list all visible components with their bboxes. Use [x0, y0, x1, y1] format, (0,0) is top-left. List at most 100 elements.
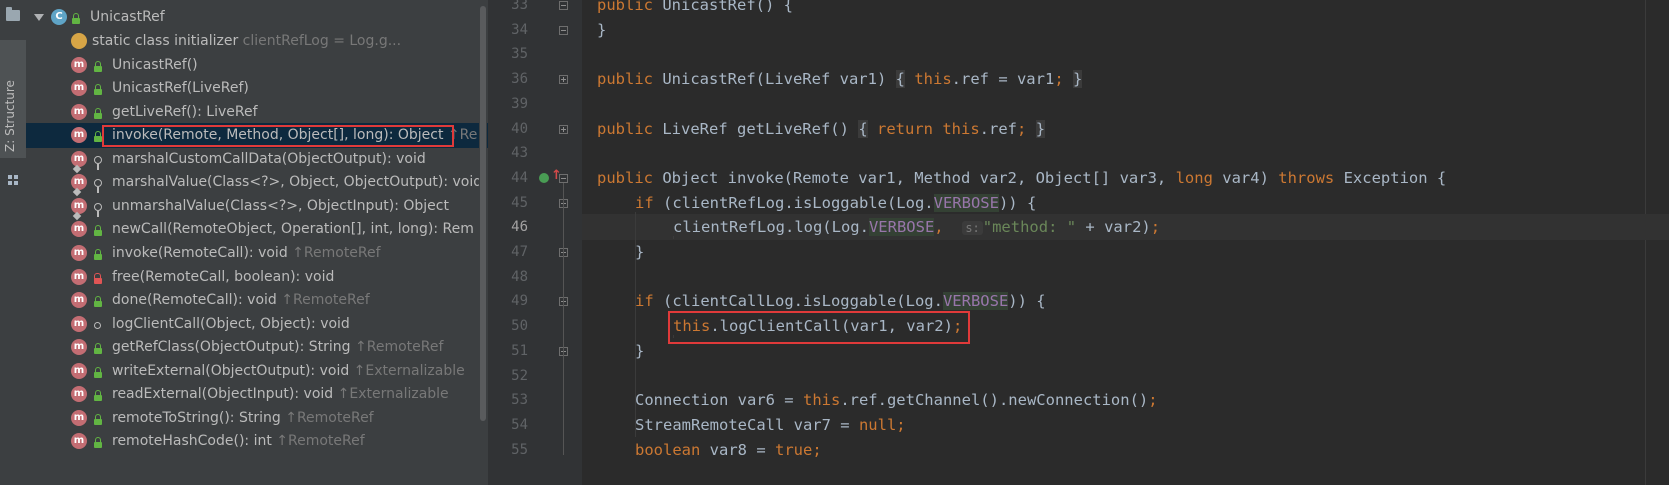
keyword: public [597, 168, 653, 187]
public-lock-icon [72, 13, 80, 24]
scrollbar-thumb[interactable] [480, 6, 486, 421]
tree-item-label: getRefClass(ObjectOutput): String ↑Remot… [112, 335, 443, 360]
keyword: true [774, 440, 813, 459]
tree-item-label: newCall(RemoteObject, Operation[], int, … [112, 217, 474, 242]
keyword: long [1175, 168, 1213, 187]
code-token: ; [896, 415, 906, 434]
code-token: ; [1148, 391, 1158, 410]
code-text: } [635, 341, 645, 360]
code-token: ; [952, 317, 963, 336]
code-text: UnicastRef(LiveRef var1) [653, 70, 896, 89]
fold-marker-icon[interactable] [559, 1, 568, 10]
code-line: } [582, 17, 1669, 43]
folded-brace: } [1035, 119, 1046, 138]
tree-item-label: static class initializer clientRefLog = … [92, 29, 401, 54]
code-text: )) { [1008, 292, 1046, 311]
structure-tool-tab[interactable]: Z: Structure [0, 40, 26, 185]
tree-scrollbar[interactable] [479, 0, 487, 485]
tree-item[interactable]: m readExternal(ObjectInput): void ↑Extern… [26, 382, 488, 407]
project-folder-icon[interactable] [6, 7, 20, 21]
tree-item[interactable]: m marshalCustomCallData(ObjectOutput): vo… [26, 147, 488, 173]
line-number: 52 [511, 367, 528, 384]
tree-item[interactable]: m newCall(RemoteObject, Operation[], int,… [26, 217, 488, 242]
member-origin-hint: ↑RemoteRef [276, 292, 370, 309]
fold-marker-icon[interactable] [559, 25, 568, 35]
fold-range-line [563, 182, 564, 455]
expand-arrow-icon[interactable] [34, 14, 44, 21]
method-icon: m [71, 409, 87, 426]
tree-item[interactable]: m getLiveRef(): LiveRef [26, 100, 488, 125]
tree-item[interactable]: m free(RemoteCall, boolean): void [26, 265, 488, 290]
keyword: this [942, 119, 980, 138]
tree-item[interactable]: m invoke(Remote, Method, Object[], long):… [26, 123, 488, 149]
line-number: 35 [511, 46, 528, 63]
tree-item-label: marshalCustomCallData(ObjectOutput): voi… [112, 147, 426, 172]
tree-item[interactable]: m invoke(RemoteCall): void ↑RemoteRef [26, 241, 488, 266]
override-method-icon[interactable] [539, 172, 549, 183]
code-text: .ref = var1 [951, 70, 1055, 89]
indent-guide [673, 236, 674, 239]
method-icon: m [71, 433, 87, 450]
line-number: 49 [511, 293, 528, 310]
structure-tab-label: Z: Structure [3, 80, 17, 152]
code-line: this.logClientCall(var1, var2); [582, 313, 1669, 339]
member-signature: UnicastRef() [112, 56, 198, 73]
method-icon: m [71, 362, 87, 379]
tree-item[interactable]: m getRefClass(ObjectOutput): String ↑Remo… [26, 335, 488, 360]
tree-item[interactable]: m marshalValue(Class<?>, Object, ObjectOu… [26, 170, 488, 197]
tree-item-label: getLiveRef(): LiveRef [112, 100, 258, 125]
member-signature: readExternal(ObjectInput): void [112, 386, 334, 403]
fold-marker-icon[interactable] [559, 75, 568, 85]
tree-item-label: unmarshalValue(Class<?>, ObjectInput): O… [112, 194, 449, 219]
code-text: var4) [1212, 168, 1279, 187]
member-origin-hint: ↑RemoteRef [280, 409, 374, 426]
code-editor[interactable]: 33 34 35 36 39 40 43 44 45 46 47 48 49 50 51 52 53 54 55 ↑ … [488, 0, 1669, 485]
folded-brace: { [858, 119, 868, 138]
keyword: public [597, 0, 653, 14]
member-signature: writeExternal(ObjectOutput): void [112, 362, 350, 379]
implements-arrow-icon: ↑ [551, 167, 562, 183]
tree-item[interactable]: m UnicastRef() [26, 53, 488, 78]
tree-item[interactable]: m UnicastRef(LiveRef) [26, 76, 488, 101]
tree-item[interactable]: m remoteHashCode(): int ↑RemoteRef [26, 429, 488, 454]
keyword: this [802, 391, 841, 410]
member-origin-hint: ↑RemoteRef [350, 339, 444, 356]
code-line: public Object invoke(Remote var1, Method… [582, 165, 1669, 191]
code-text: UnicastRef() { [653, 0, 793, 14]
code-line: StreamRemoteCall var7 = null; [582, 412, 1669, 438]
method-icon: m [71, 127, 87, 144]
private-visibility-icon [94, 272, 102, 284]
tree-item[interactable]: m logClientCall(Object, Object): void [26, 312, 488, 337]
tree-item-label: free(RemoteCall, boolean): void [112, 265, 334, 290]
public-visibility-icon [94, 225, 102, 237]
tree-item-label: writeExternal(ObjectOutput): void ↑Exter… [112, 359, 465, 384]
line-number: 48 [511, 268, 528, 285]
code-text: } [635, 243, 645, 261]
keyword: boolean [635, 440, 701, 459]
tree-item[interactable]: m done(RemoteCall): void ↑RemoteRef [26, 288, 488, 313]
member-origin-hint: ↑Externalizable [349, 362, 465, 379]
line-number: 43 [511, 145, 528, 162]
line-number: 54 [511, 416, 528, 433]
tree-item-label: invoke(Remote, Method, Object[], long): … [112, 123, 477, 148]
class-node[interactable]: C UnicastRef [26, 5, 488, 30]
public-visibility-icon [94, 366, 102, 378]
keyword: throws [1278, 168, 1335, 187]
tree-item-label: logClientCall(Object, Object): void [112, 312, 350, 337]
tree-item[interactable]: m unmarshalValue(Class<?>, ObjectInput): … [26, 194, 488, 221]
tree-item[interactable]: m remoteToString(): String ↑RemoteRef [26, 406, 488, 431]
line-number: 46 [511, 219, 528, 236]
keyword: if [635, 193, 654, 212]
code-token: , [934, 218, 944, 237]
code-line: public UnicastRef() { [582, 0, 1669, 18]
fold-marker-icon[interactable] [559, 124, 568, 134]
tree-item[interactable]: static class initializer clientRefLog = … [26, 29, 488, 54]
protected-visibility-icon [94, 202, 102, 217]
member-origin-hint: clientRefLog = Log.g... [238, 33, 402, 49]
tree-item[interactable]: m writeExternal(ObjectOutput): void ↑Exte… [26, 359, 488, 384]
member-signature: static class initializer [92, 33, 239, 49]
code-text: clientRefLog.log(Log. [673, 218, 869, 237]
parameter-hint: s: [962, 221, 983, 236]
line-number: 45 [511, 194, 528, 211]
